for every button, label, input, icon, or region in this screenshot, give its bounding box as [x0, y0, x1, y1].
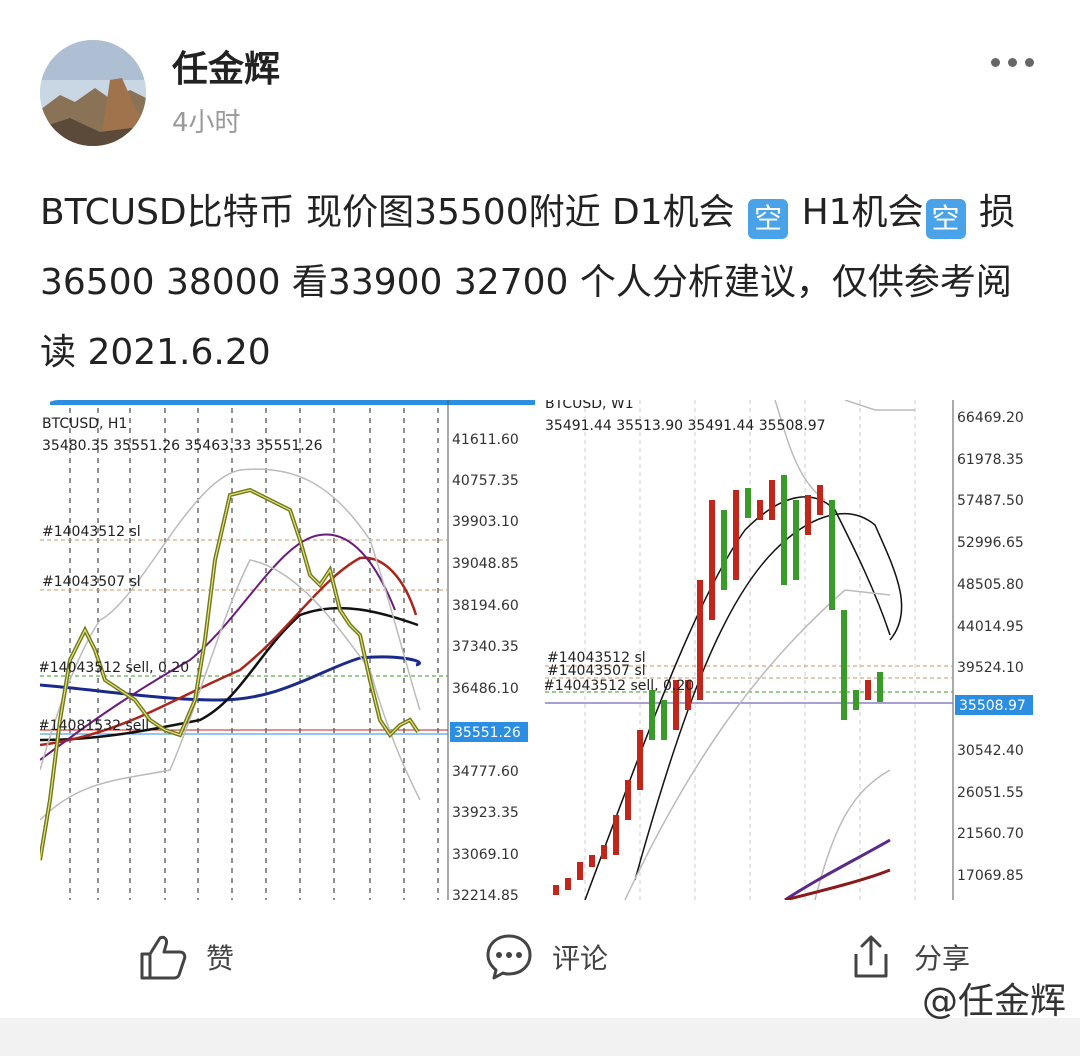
comment-label: 评论	[552, 942, 609, 975]
price-tick: 36486.10	[452, 681, 519, 697]
order-label: #14043507 sl	[547, 663, 646, 679]
author-avatar[interactable]	[40, 40, 146, 146]
price-tick: 48505.80	[957, 577, 1024, 593]
chart-w1-symbol: BTCUSD, W1	[545, 400, 634, 412]
weibo-post: 任金辉 4小时 BTCUSD比特币 现价图35500附近 D1机会 空 H1机会…	[0, 0, 1080, 1056]
post-text-part: H1机会	[801, 192, 924, 233]
chart-image-h1[interactable]: BTCUSD, H1 35480.35 35551.26 35463.33 35…	[40, 400, 535, 900]
post-text: BTCUSD比特币 现价图35500附近 D1机会 空 H1机会空 损36500…	[40, 178, 1040, 388]
chart-w1-svg: BTCUSD, W1 35491.44 35513.90 35491.44 35…	[545, 400, 1040, 900]
thumbs-up-icon	[140, 935, 187, 980]
like-button[interactable]: 赞	[138, 932, 234, 982]
order-label: #14043512 sell, 0.20	[545, 678, 694, 694]
post-time: 4小时	[172, 108, 241, 138]
author-name[interactable]: 任金辉	[172, 40, 280, 92]
price-tick: 41611.60	[452, 432, 519, 448]
dot	[1025, 58, 1034, 67]
price-tick: 33923.35	[452, 805, 519, 821]
price-tick: 34777.60	[452, 764, 519, 780]
price-tick: 21560.70	[957, 826, 1024, 842]
order-label: #14043507 sl	[42, 574, 141, 590]
price-tick: 26051.55	[957, 785, 1024, 801]
price-tick: 44014.95	[957, 619, 1024, 635]
current-price: 35508.97	[959, 698, 1026, 714]
chart-h1-symbol: BTCUSD, H1	[42, 416, 127, 432]
avatar-image	[40, 40, 146, 146]
price-tick: 33069.10	[452, 847, 519, 863]
comment-icon	[486, 934, 532, 980]
chart-h1-svg: BTCUSD, H1 35480.35 35551.26 35463.33 35…	[40, 400, 535, 900]
current-price: 35551.26	[454, 725, 521, 741]
price-tick: 61978.35	[957, 452, 1024, 468]
weibo-watermark: @任金辉	[921, 981, 1066, 1022]
short-tag-icon: 空	[748, 199, 789, 239]
chart-h1-ohlc: 35480.35 35551.26 35463.33 35551.26	[42, 438, 323, 454]
dot	[991, 58, 1000, 67]
price-tick: 17069.85	[957, 868, 1024, 884]
price-tick: 66469.20	[957, 410, 1024, 426]
price-tick: 32214.85	[452, 888, 519, 900]
price-tick: 39903.10	[452, 514, 519, 530]
share-icon	[854, 935, 888, 978]
short-tag-icon: 空	[925, 199, 966, 239]
order-label: #14043512 sl	[42, 524, 141, 540]
dot	[1008, 58, 1017, 67]
share-label: 分享	[914, 942, 971, 975]
price-tick: 52996.65	[957, 535, 1024, 551]
post-text-part: BTCUSD比特币 现价图35500附近 D1机会	[40, 192, 735, 233]
footer-band	[0, 1018, 1080, 1056]
price-tick: 39048.85	[452, 556, 519, 572]
action-bar: 赞 评论 分享	[0, 920, 1080, 1000]
like-label: 赞	[206, 942, 235, 975]
price-tick: 39524.10	[957, 660, 1024, 676]
price-tick: 37340.35	[452, 639, 519, 655]
order-label: #14043512 sell, 0.20	[40, 660, 189, 676]
comment-button[interactable]: 评论	[484, 932, 608, 982]
order-label: #14081532 sell	[40, 718, 149, 734]
chart-w1-ohlc: 35491.44 35513.90 35491.44 35508.97	[545, 418, 826, 434]
more-options-icon[interactable]	[991, 58, 1034, 67]
price-tick: 57487.50	[957, 493, 1024, 509]
price-tick: 30542.40	[957, 743, 1024, 759]
price-tick: 38194.60	[452, 598, 519, 614]
chart-image-w1[interactable]: BTCUSD, W1 35491.44 35513.90 35491.44 35…	[545, 400, 1040, 900]
price-tick: 40757.35	[452, 473, 519, 489]
